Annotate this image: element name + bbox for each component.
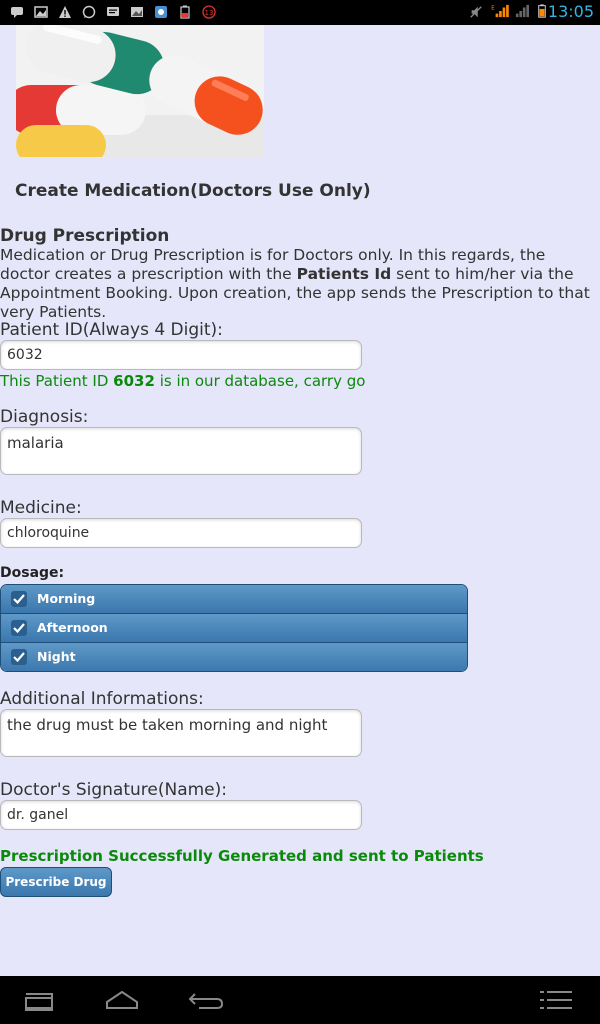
patient-id-input[interactable]: 6032 — [0, 340, 362, 370]
dosage-option-night[interactable]: Night — [1, 643, 467, 671]
dosage-option-label: Morning — [37, 591, 96, 606]
main-content: Create Medication(Doctors Use Only) Drug… — [0, 25, 600, 976]
home-icon[interactable] — [104, 988, 140, 1012]
checkbox-checked-icon[interactable] — [11, 649, 27, 665]
status-time: 13:05 — [547, 2, 594, 21]
additional-info-textarea[interactable]: the drug must be taken morning and night — [0, 709, 362, 757]
svg-text:E: E — [491, 5, 494, 11]
medicine-input[interactable]: chloroquine — [0, 518, 362, 548]
warning-icon — [59, 6, 71, 18]
patient-id-label: Patient ID(Always 4 Digit): — [0, 320, 223, 340]
chat-icon — [11, 7, 23, 18]
prescription-description: Medication or Drug Prescription is for D… — [0, 246, 590, 321]
app-icon — [155, 6, 167, 18]
svg-text:13: 13 — [205, 9, 214, 17]
medicine-label: Medicine: — [0, 498, 82, 518]
medication-pills-image — [16, 25, 264, 157]
signal-icon: E — [491, 4, 509, 18]
dosage-option-label: Afternoon — [37, 620, 108, 635]
menu-icon[interactable] — [538, 988, 574, 1012]
dosage-option-label: Night — [37, 649, 76, 664]
back-icon[interactable] — [22, 988, 58, 1012]
return-icon[interactable] — [187, 988, 225, 1012]
dosage-label: Dosage: — [0, 565, 65, 581]
image-icon — [34, 6, 48, 18]
patient-id-validation-message: This Patient ID 6032 is in our database,… — [0, 372, 366, 390]
whatsapp-icon — [82, 5, 96, 19]
dosage-option-afternoon[interactable]: Afternoon — [1, 614, 467, 643]
battery-icon — [538, 4, 546, 18]
diagnosis-label: Diagnosis: — [0, 407, 89, 427]
signature-label: Doctor's Signature(Name): — [0, 780, 227, 800]
status-bar: 13 E 13:05 — [0, 0, 600, 25]
additional-info-label: Additional Informations: — [0, 689, 204, 709]
section-title: Create Medication(Doctors Use Only) — [15, 181, 371, 201]
signature-input[interactable]: dr. ganel — [0, 800, 362, 830]
dosage-checkbox-group: Morning Afternoon Night — [0, 584, 468, 672]
dosage-option-morning[interactable]: Morning — [1, 585, 467, 614]
checkbox-checked-icon[interactable] — [11, 591, 27, 607]
navigation-bar — [0, 976, 600, 1024]
message-icon — [107, 7, 119, 16]
prescription-status-message: Prescription Successfully Generated and … — [0, 847, 484, 865]
prescription-title: Drug Prescription — [0, 226, 170, 246]
signal-weak-icon — [515, 4, 529, 18]
no-sound-icon — [470, 6, 482, 18]
diagnosis-textarea[interactable]: malaria — [0, 427, 362, 475]
image-icon — [131, 7, 143, 17]
battery-small-icon — [180, 5, 190, 19]
notification-count-icon: 13 — [202, 5, 216, 19]
checkbox-checked-icon[interactable] — [11, 620, 27, 636]
prescribe-drug-button[interactable]: Prescribe Drug — [0, 867, 112, 897]
